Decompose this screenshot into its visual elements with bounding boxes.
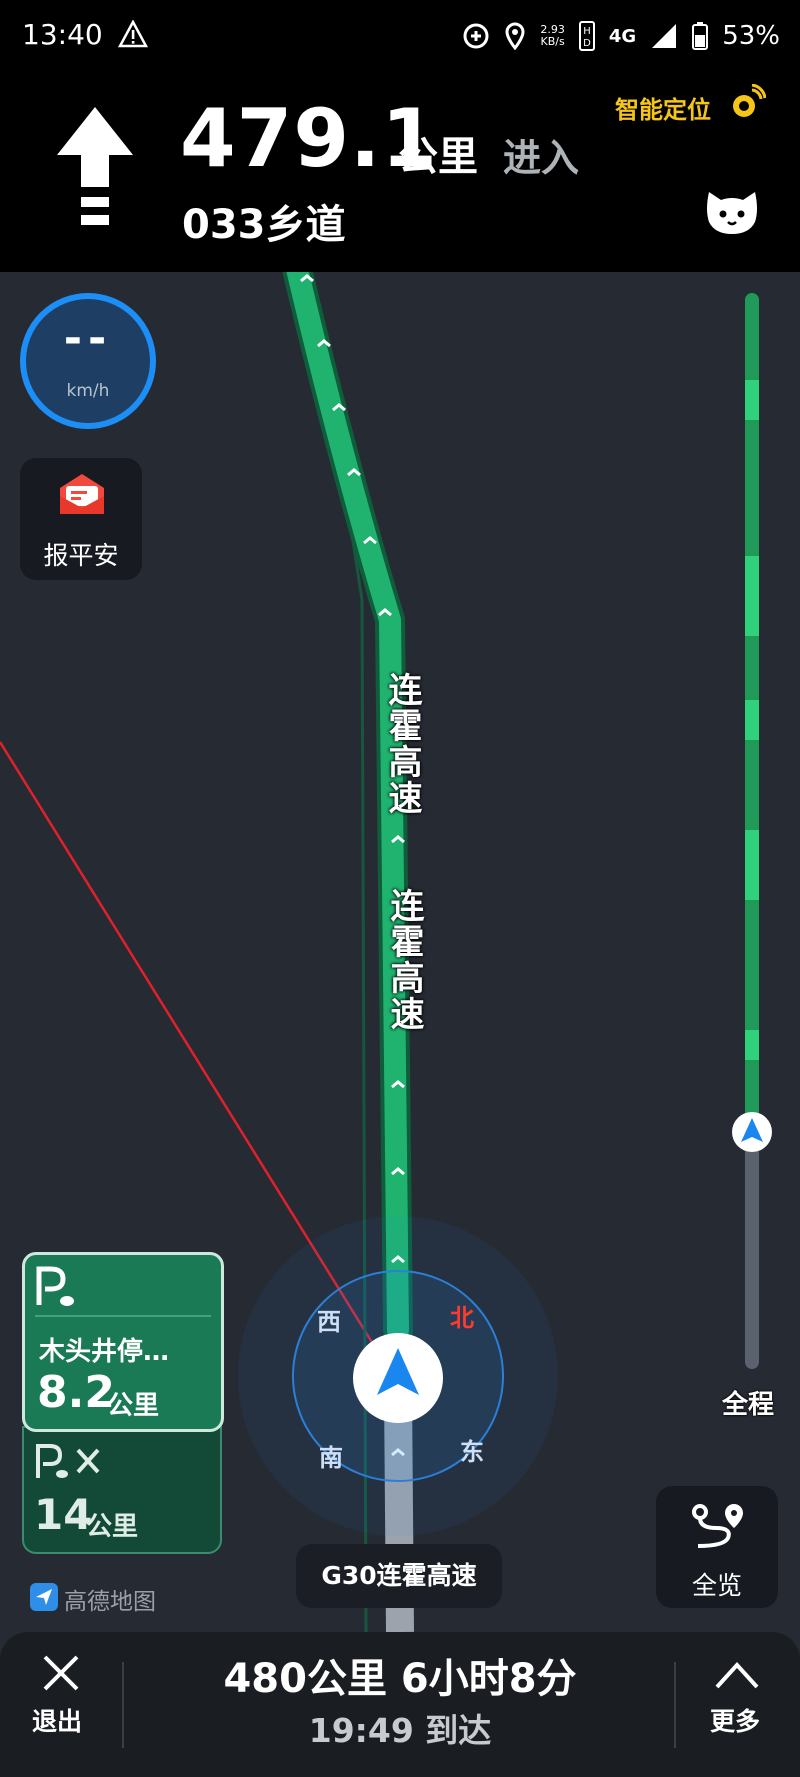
satellite-signal-icon[interactable] xyxy=(730,84,766,120)
signal-icon xyxy=(652,24,677,48)
status-right: 2.93 KB/s HD 4G 53% xyxy=(462,16,780,56)
progress-rail-label[interactable]: 全程 xyxy=(722,1384,774,1421)
status-time: 13:40 xyxy=(22,18,103,51)
warning-icon xyxy=(118,20,148,48)
network-type: 4G xyxy=(608,25,637,47)
card-divider xyxy=(35,1315,211,1317)
compass-east: 东 xyxy=(460,1438,484,1466)
envelope-icon xyxy=(60,474,104,514)
hd-icon: HD xyxy=(578,21,595,51)
net-speed: 2.93 KB/s xyxy=(540,24,565,48)
overview-button[interactable]: 全览 xyxy=(656,1486,778,1608)
compass-north: 北 xyxy=(450,1304,474,1332)
service-area-distance-unit: 公里 xyxy=(86,1512,139,1542)
compass-south: 南 xyxy=(319,1444,343,1472)
maneuver-distance-unit: 公里 xyxy=(398,134,478,180)
smart-location-label[interactable]: 智能定位 xyxy=(615,90,711,125)
parking-area-name: 木头井停… xyxy=(39,1337,170,1367)
parking-area-distance: 8.2 xyxy=(37,1367,115,1418)
speed-unit: km/h xyxy=(66,381,110,401)
cat-assistant-icon[interactable] xyxy=(703,184,761,238)
route-overview-icon xyxy=(692,1504,743,1548)
parking-area-distance-unit: 公里 xyxy=(107,1391,160,1421)
net-speed-unit: KB/s xyxy=(540,35,565,48)
report-safety-button[interactable]: 报平安 xyxy=(20,458,142,580)
parking-icon xyxy=(36,1266,74,1306)
divider xyxy=(674,1662,676,1748)
parking-area-card[interactable]: 木头井停… 8.2 公里 xyxy=(22,1252,224,1432)
service-area-distance: 14 xyxy=(34,1490,93,1539)
battery-icon xyxy=(692,22,709,50)
more-label: 更多 xyxy=(710,1707,761,1736)
speed-indicator: -- km/h xyxy=(20,293,156,429)
report-safety-label: 报平安 xyxy=(43,541,119,570)
amap-logo-text: 高德地图 xyxy=(64,1589,156,1615)
status-bar: 13:40 2.93 KB/s HD 4G 53% xyxy=(0,0,800,72)
parking-service-icon xyxy=(36,1444,100,1478)
maneuver-action: 进入 xyxy=(503,136,580,180)
navigation-header: 479.1 公里 进入 033乡道 智能定位 xyxy=(0,72,800,272)
bottom-bar: 退出 480公里 6小时8分 19:49 到达 更多 xyxy=(0,1632,800,1777)
battery-percent: 53% xyxy=(722,21,780,51)
straight-arrow-icon xyxy=(57,107,133,225)
location-icon xyxy=(505,22,525,50)
svg-text:D: D xyxy=(583,38,591,49)
service-area-card[interactable]: 14 公里 xyxy=(22,1426,222,1554)
svg-text:H: H xyxy=(583,26,591,37)
amap-logo-icon xyxy=(30,1583,58,1611)
sync-icon xyxy=(463,23,489,49)
speed-value: -- xyxy=(63,313,113,364)
current-road-label: G30连霍高速 xyxy=(296,1544,502,1608)
overview-label: 全览 xyxy=(691,1571,742,1600)
more-button[interactable]: 更多 xyxy=(680,1632,800,1777)
next-road-name: 033乡道 xyxy=(182,202,346,248)
road-label: 连霍高速 xyxy=(384,888,424,1032)
chevron-up-icon xyxy=(715,1662,759,1689)
road-label: 连霍高速 xyxy=(382,672,422,816)
compass-west: 西 xyxy=(317,1308,341,1336)
